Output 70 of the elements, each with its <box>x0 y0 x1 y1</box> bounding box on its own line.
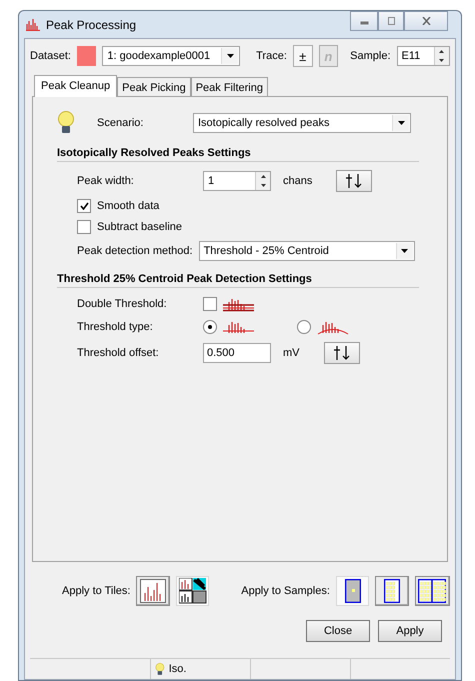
tab[interactable]: Peak Cleanup <box>34 75 118 97</box>
field-label: Double Threshold: <box>77 298 168 310</box>
trace-button[interactable]: ± <box>292 45 313 67</box>
double-threshold-peaks-icon <box>223 296 255 312</box>
checkbox[interactable] <box>77 199 91 213</box>
maximize-button[interactable] <box>378 11 404 31</box>
tile-button[interactable] <box>136 576 170 606</box>
flat-threshold-peaks-icon <box>223 319 255 335</box>
up-arrow-icon <box>260 175 266 178</box>
dataset-dropdown[interactable]: 1: goodexample0001 <box>102 46 240 66</box>
dagger-arrow-icon <box>344 174 364 188</box>
up-arrow-icon <box>439 50 444 53</box>
close-icon <box>422 17 430 25</box>
apply-button[interactable]: Apply <box>378 620 442 642</box>
close-button[interactable] <box>404 11 448 31</box>
status-text: Iso. <box>168 663 186 675</box>
sample-scope-button[interactable] <box>414 576 450 606</box>
down-arrow-icon <box>439 59 444 62</box>
spin-buttons[interactable] <box>255 172 270 190</box>
apply-tiles-label: Apply to Tiles: <box>62 585 130 597</box>
scenario-label: Scenario: <box>97 117 144 129</box>
well-plate-icon <box>384 579 400 603</box>
radio-button[interactable] <box>297 320 311 334</box>
field-label: Peak width: <box>77 175 135 187</box>
lightbulb-icon <box>155 662 165 676</box>
radio-button[interactable] <box>203 320 217 334</box>
multi-tile-icon <box>178 578 207 604</box>
threshold-offset-field[interactable]: 0.500 <box>203 343 271 363</box>
field-label: Peak detection method: <box>77 245 193 257</box>
checkbox-label: Smooth data <box>97 200 160 212</box>
single-well-plate-icon <box>344 579 361 603</box>
dataset-color-swatch <box>76 46 96 66</box>
checkmark-icon <box>80 202 88 210</box>
double-well-plate-icon <box>418 579 446 603</box>
checkbox[interactable] <box>203 297 217 311</box>
dropdown-arrow-icon <box>226 54 234 58</box>
checkbox-label: Subtract baseline <box>97 221 182 233</box>
maximize-icon <box>386 17 396 25</box>
adjust-button[interactable] <box>324 342 360 364</box>
curved-threshold-peaks-icon <box>317 319 349 335</box>
unit-label: mV <box>283 347 300 359</box>
dagger-arrow-icon <box>332 346 352 360</box>
close-dialog-button[interactable]: Close <box>306 620 370 642</box>
app-peaks-icon <box>26 18 40 31</box>
scenario-dropdown[interactable]: Isotopically resolved peaks <box>193 113 411 133</box>
dropdown-arrow-icon <box>401 249 408 253</box>
down-arrow-icon <box>260 184 266 187</box>
tab[interactable]: Peak Filtering <box>190 77 268 97</box>
dropdown-arrow-icon <box>398 121 404 125</box>
apply-samples-label: Apply to Samples: <box>241 585 330 597</box>
sample-field[interactable]: E11 <box>396 46 450 66</box>
bar-chart-tile-icon <box>140 579 166 603</box>
field-label: Threshold offset: <box>77 347 160 359</box>
lightbulb-icon <box>57 111 75 135</box>
window-title: Peak Processing <box>46 18 138 32</box>
spin-buttons[interactable] <box>434 47 449 65</box>
minimize-button[interactable] <box>350 11 378 31</box>
unit-label: chans <box>283 175 312 187</box>
sample-scope-button[interactable] <box>375 576 409 606</box>
trace-label: Trace: <box>256 50 287 62</box>
adjust-button[interactable] <box>336 170 372 192</box>
peak-width-field[interactable]: 1 <box>203 171 271 191</box>
section-heading: Isotopically Resolved Peaks Settings <box>57 147 419 162</box>
sample-label: Sample: <box>350 50 390 62</box>
dataset-label: Dataset: <box>30 50 71 62</box>
field-label: Threshold type: <box>77 321 154 333</box>
checkbox[interactable] <box>77 220 91 234</box>
section-heading: Threshold 25% Centroid Peak Detection Settings <box>57 273 419 288</box>
tab[interactable]: Peak Picking <box>117 77 191 97</box>
detection-method-dropdown[interactable]: Threshold - 25% Centroid <box>198 241 415 261</box>
